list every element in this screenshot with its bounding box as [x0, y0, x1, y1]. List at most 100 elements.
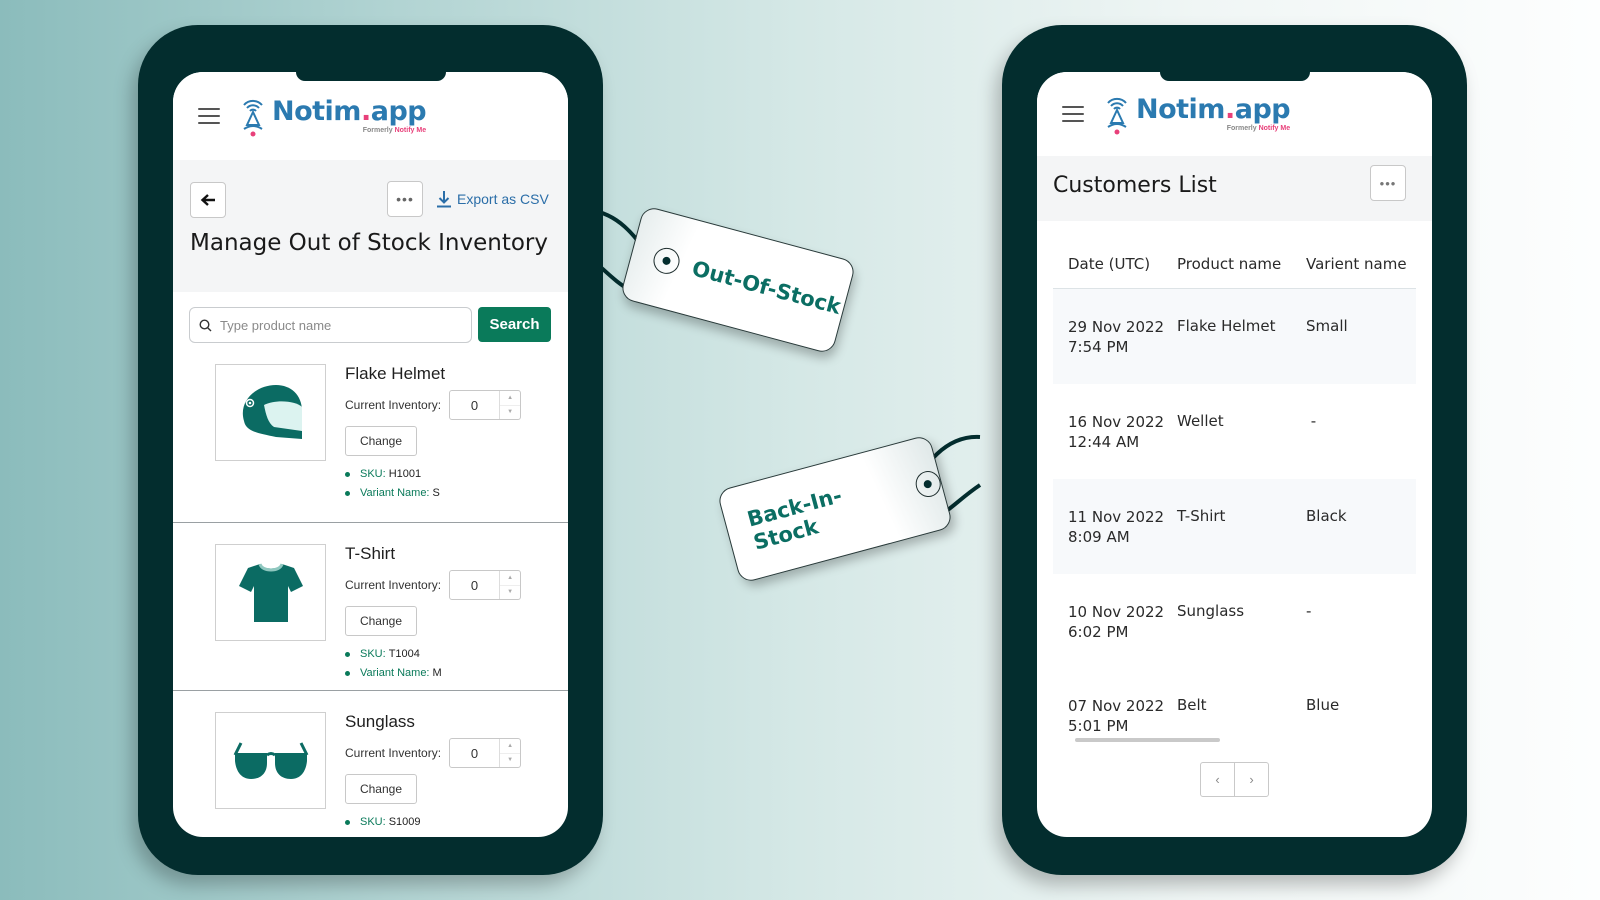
brand-subtitle-highlight: Notify Me	[394, 127, 427, 134]
table-row: 16 Nov 2022 12:44 AM Wellet -	[1053, 384, 1416, 479]
inventory-stepper[interactable]: 0 ▲ ▼	[449, 738, 522, 768]
phone-right: Notim.app Formerly Notify Me Customers L…	[1002, 25, 1467, 875]
brand-suffix: app	[370, 96, 427, 127]
brand-name: Notim	[1136, 94, 1225, 125]
increment-icon[interactable]: ▲	[500, 571, 521, 586]
product-image	[215, 712, 326, 809]
decrement-icon[interactable]: ▼	[500, 406, 520, 420]
row-time: 5:01 PM	[1068, 717, 1129, 735]
product-image	[215, 364, 326, 461]
search-button[interactable]: Search	[478, 307, 551, 342]
row-time: 6:02 PM	[1068, 623, 1129, 641]
variant-item: Variant Name: S	[345, 487, 555, 499]
increment-icon[interactable]: ▲	[500, 739, 521, 754]
product-item: T-Shirt Current Inventory: 0 ▲ ▼ Change S…	[173, 523, 568, 691]
row-date: 10 Nov 2022	[1068, 603, 1165, 621]
product-image	[215, 544, 326, 641]
variant-label: Variant Name:	[360, 487, 430, 499]
more-options-button[interactable]: •••	[1370, 165, 1406, 201]
more-options-button[interactable]: •••	[387, 181, 423, 217]
table-row: 29 Nov 2022 7:54 PM Flake Helmet Small	[1053, 289, 1416, 384]
product-name: Flake Helmet	[345, 364, 446, 383]
column-header-date[interactable]: Date (UTC)	[1053, 255, 1177, 273]
phone-left: Notim.app Formerly Notify Me ••• Export …	[138, 25, 603, 875]
page-title: Customers List	[1053, 173, 1217, 198]
phone-notch	[1159, 72, 1310, 81]
column-header-variant[interactable]: Varient name	[1306, 255, 1416, 273]
inventory-stepper[interactable]: 0 ▲ ▼	[449, 390, 522, 420]
inventory-value[interactable]: 0	[450, 739, 501, 767]
sku-item: SKU: T1004	[345, 648, 555, 660]
decrement-icon[interactable]: ▼	[500, 586, 520, 600]
row-variant: Black	[1306, 507, 1347, 525]
search-field[interactable]	[189, 307, 472, 343]
brand-subtitle: Formerly	[362, 127, 395, 134]
back-button[interactable]	[190, 182, 226, 218]
ellipsis-icon: •••	[396, 191, 414, 207]
app-bar: Notim.app Formerly Notify Me	[173, 72, 568, 160]
sku-label: SKU:	[360, 468, 386, 480]
column-header-product[interactable]: Product name	[1177, 255, 1306, 273]
row-product: Wellet	[1177, 412, 1224, 430]
horizontal-scrollbar[interactable]	[1075, 738, 1220, 742]
sku-item: SKU: S1009	[345, 816, 555, 828]
row-date: 11 Nov 2022	[1068, 508, 1165, 526]
change-button[interactable]: Change	[345, 606, 417, 636]
tshirt-icon	[238, 562, 303, 622]
menu-icon[interactable]	[1062, 106, 1084, 122]
pagination: ‹ ›	[1200, 762, 1269, 797]
table-body: 29 Nov 2022 7:54 PM Flake Helmet Small 16…	[1053, 289, 1416, 735]
brand-dot: .	[360, 96, 371, 127]
back-in-stock-tag: Back-In-Stock	[716, 434, 954, 584]
row-product: Sunglass	[1177, 602, 1245, 620]
row-variant: -	[1306, 602, 1312, 620]
decrement-icon[interactable]: ▼	[500, 754, 520, 768]
page-header: Customers List •••	[1037, 156, 1432, 221]
sunglasses-icon	[233, 741, 308, 779]
customers-screen: Notim.app Formerly Notify Me Customers L…	[1037, 72, 1432, 837]
page-title: Manage Out of Stock Inventory	[190, 230, 548, 256]
variant-value: S	[432, 487, 440, 499]
product-name: Sunglass	[345, 712, 415, 731]
row-time: 12:44 AM	[1068, 433, 1140, 451]
inventory-value[interactable]: 0	[450, 391, 501, 419]
inventory-value[interactable]: 0	[450, 571, 501, 599]
change-button[interactable]: Change	[345, 774, 417, 804]
brand-logo: Notim.app Formerly Notify Me	[238, 95, 427, 137]
search-input[interactable]	[220, 317, 420, 333]
inventory-stepper[interactable]: 0 ▲ ▼	[449, 570, 522, 600]
inventory-label: Current Inventory:	[345, 578, 442, 592]
menu-icon[interactable]	[198, 108, 220, 124]
variant-label: Variant Name:	[360, 667, 430, 679]
sku-value: S1009	[388, 816, 421, 828]
tag-label: Out-Of-Stock	[689, 256, 844, 320]
export-label: Export as CSV	[457, 191, 549, 207]
row-time: 7:54 PM	[1068, 338, 1129, 356]
sku-label: SKU:	[360, 816, 386, 828]
row-product: Belt	[1177, 696, 1207, 714]
row-date: 16 Nov 2022	[1068, 413, 1165, 431]
row-date: 29 Nov 2022	[1068, 318, 1165, 336]
bell-signal-icon	[1107, 97, 1127, 135]
download-icon	[437, 191, 451, 208]
bell-signal-icon	[243, 99, 263, 137]
app-bar: Notim.app Formerly Notify Me	[1037, 72, 1432, 156]
row-variant: Blue	[1306, 696, 1340, 714]
table-header: Date (UTC) Product name Varient name	[1053, 239, 1416, 289]
product-name: T-Shirt	[345, 544, 396, 563]
ellipsis-icon: •••	[1379, 175, 1397, 191]
helmet-icon	[242, 384, 302, 439]
brand-name: Notim	[272, 96, 361, 127]
next-page-button[interactable]: ›	[1235, 763, 1268, 796]
brand-subtitle: Formerly	[1226, 125, 1259, 132]
inventory-label: Current Inventory:	[345, 398, 442, 412]
search-icon	[199, 318, 212, 331]
table-row: 10 Nov 2022 6:02 PM Sunglass -	[1053, 574, 1416, 672]
brand-suffix: app	[1234, 94, 1291, 125]
increment-icon[interactable]: ▲	[500, 391, 521, 406]
row-variant: Small	[1306, 317, 1348, 335]
previous-page-button[interactable]: ‹	[1201, 763, 1235, 796]
export-csv-link[interactable]: Export as CSV	[436, 190, 549, 208]
change-button[interactable]: Change	[345, 426, 417, 456]
arrow-left-icon	[200, 194, 215, 206]
